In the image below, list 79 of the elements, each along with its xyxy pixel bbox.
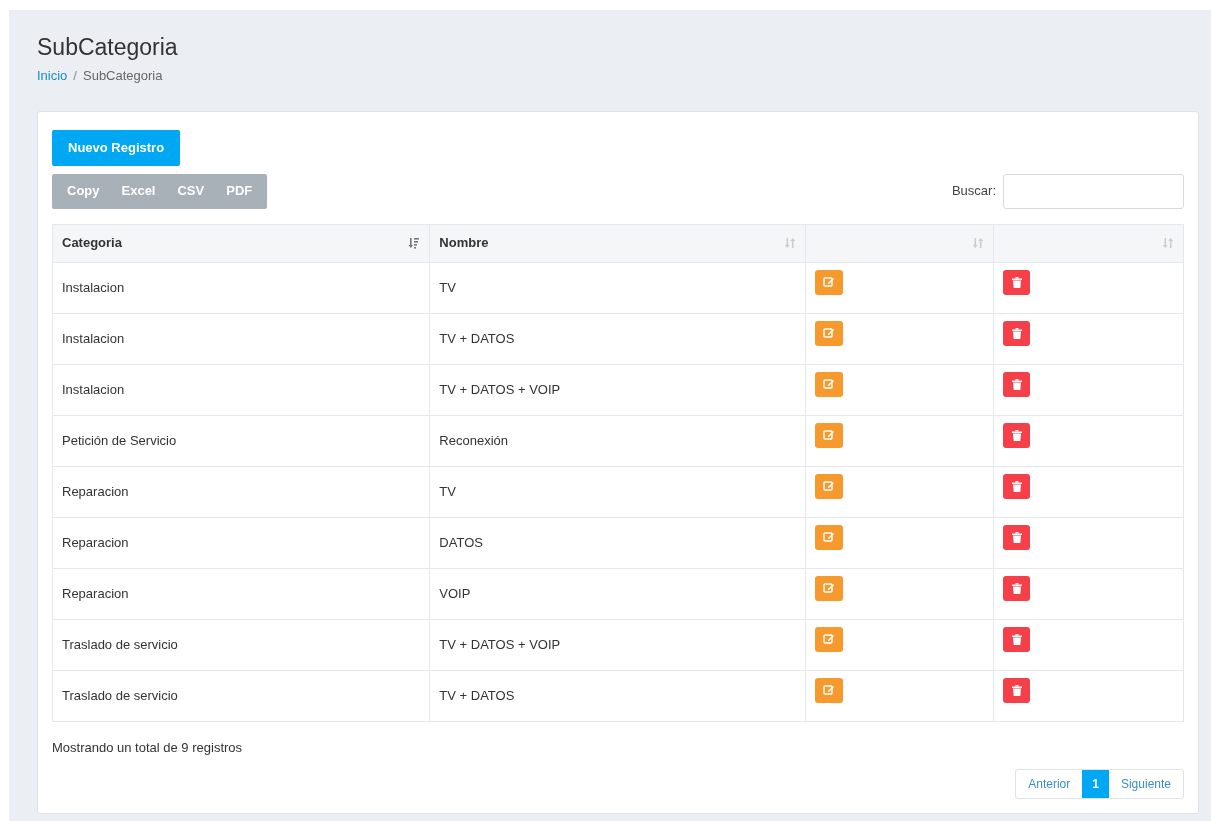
- previous-page-button[interactable]: Anterior: [1016, 770, 1083, 798]
- column-title: Nombre: [439, 234, 489, 253]
- table-cell: Instalacion: [52, 313, 430, 364]
- sort-ascending-icon[interactable]: [408, 237, 421, 249]
- edit-icon: [822, 582, 835, 594]
- edit-icon: [822, 531, 835, 543]
- edit-icon: [822, 480, 835, 492]
- breadcrumb-current: SubCategoria: [83, 67, 163, 85]
- edit-button[interactable]: [814, 473, 843, 499]
- breadcrumb-separator: /: [73, 67, 77, 85]
- page-button[interactable]: 1: [1082, 770, 1109, 798]
- delete-button[interactable]: [1003, 320, 1031, 346]
- table-cell: Reparacion: [52, 466, 430, 517]
- edit-icon: [822, 633, 835, 645]
- table-cell: Reparacion: [52, 517, 430, 568]
- table-cell: Petición de Servicio: [52, 415, 430, 466]
- trash-icon: [1011, 378, 1022, 390]
- edit-button[interactable]: [814, 422, 843, 448]
- column-title: Categoria: [62, 234, 122, 253]
- delete-button[interactable]: [1003, 371, 1031, 397]
- export-button[interactable]: PDF: [215, 173, 264, 209]
- table-cell: TV + DATOS + VOIP: [429, 619, 806, 670]
- table-cell: DATOS: [429, 517, 806, 568]
- sort-icon[interactable]: [783, 237, 796, 249]
- delete-button[interactable]: [1003, 626, 1031, 652]
- export-button[interactable]: Excel: [110, 173, 167, 209]
- delete-button[interactable]: [1003, 575, 1031, 601]
- edit-button[interactable]: [814, 320, 843, 346]
- breadcrumb-link[interactable]: Inicio: [37, 66, 68, 86]
- edit-button[interactable]: [814, 524, 843, 550]
- table-cell: Reparacion: [52, 568, 430, 619]
- table-cell: VOIP: [429, 568, 806, 619]
- delete-button[interactable]: [1003, 269, 1031, 295]
- table-cell: TV + DATOS: [429, 313, 806, 364]
- trash-icon: [1011, 480, 1022, 492]
- page-title: SubCategoria: [37, 33, 179, 62]
- sort-icon[interactable]: [1162, 237, 1174, 249]
- export-button[interactable]: Copy: [56, 173, 111, 209]
- edit-icon: [822, 684, 835, 696]
- table-cell: TV + DATOS: [429, 670, 806, 721]
- next-page-button[interactable]: Siguiente: [1108, 770, 1183, 798]
- column-header[interactable]: [993, 224, 1184, 262]
- trash-icon: [1011, 429, 1022, 441]
- edit-button[interactable]: [814, 626, 843, 652]
- table-cell: Reconexión: [429, 415, 806, 466]
- column-header[interactable]: Nombre: [429, 224, 806, 262]
- trash-icon: [1011, 276, 1022, 288]
- edit-button[interactable]: [814, 371, 843, 397]
- column-header[interactable]: [805, 224, 994, 262]
- delete-button[interactable]: [1003, 677, 1031, 703]
- search-label: Buscar:: [951, 182, 996, 201]
- edit-icon: [822, 276, 835, 288]
- new-record-button[interactable]: Nuevo Registro: [52, 129, 181, 166]
- table-cell: Traslado de servicio: [52, 619, 430, 670]
- edit-icon: [822, 378, 835, 390]
- table-cell: TV: [429, 262, 806, 313]
- edit-icon: [822, 327, 835, 339]
- delete-button[interactable]: [1003, 524, 1031, 550]
- table-cell: Instalacion: [52, 262, 430, 313]
- delete-button[interactable]: [1003, 422, 1031, 448]
- trash-icon: [1011, 684, 1022, 696]
- table-cell: TV: [429, 466, 806, 517]
- edit-button[interactable]: [814, 575, 843, 601]
- search-field[interactable]: [1003, 173, 1184, 209]
- table-cell: Traslado de servicio: [52, 670, 430, 721]
- delete-button[interactable]: [1003, 473, 1031, 499]
- edit-button[interactable]: [814, 269, 843, 295]
- trash-icon: [1011, 582, 1022, 594]
- table-cell: TV + DATOS + VOIP: [429, 364, 806, 415]
- table-info: Mostrando un total de 9 registros: [52, 738, 244, 757]
- export-button[interactable]: CSV: [166, 173, 216, 209]
- sort-icon[interactable]: [972, 237, 985, 249]
- trash-icon: [1011, 327, 1022, 339]
- table-cell: Instalacion: [52, 364, 430, 415]
- column-header[interactable]: Categoria: [52, 224, 430, 262]
- trash-icon: [1011, 633, 1022, 645]
- edit-button[interactable]: [814, 677, 843, 703]
- edit-icon: [822, 429, 835, 441]
- trash-icon: [1011, 531, 1022, 543]
